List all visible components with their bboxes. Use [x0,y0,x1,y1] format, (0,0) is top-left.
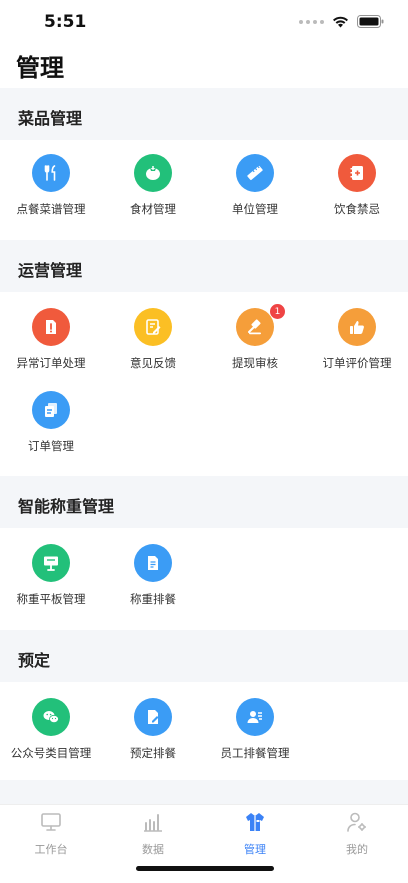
menu-item-label: 订单管理 [28,439,74,453]
notification-badge: 1 [270,304,285,319]
page-title: 管理 [16,54,64,82]
wifi-icon [333,16,348,27]
menu-item-label: 订单评价管理 [322,356,392,370]
battery-icon [357,15,384,28]
menu-item-unit-management[interactable]: 单位管理 [204,154,306,234]
board-icon [32,544,70,582]
status-time: 5:51 [44,12,87,32]
person-list-icon [236,698,274,736]
menu-item-label: 单位管理 [232,202,278,216]
wechat-icon [32,698,70,736]
menu-item-label: 异常订单处理 [16,356,86,370]
menu-item-label: 员工排餐管理 [220,746,290,760]
monitor-icon [41,813,61,831]
gavel-icon [236,308,274,346]
menu-item-label: 称重平板管理 [16,592,86,606]
tab-mine[interactable]: 我的 [306,809,408,859]
section-title: 运营管理 [18,261,83,280]
menu-item-weighing-meal-plan[interactable]: 称重排餐 [102,544,204,624]
section-header-dishes: 菜品管理 [0,88,408,140]
tab-label: 我的 [346,843,368,856]
section-header-operations: 运营管理 [0,240,408,292]
menu-item-staff-meal-plan[interactable]: 员工排餐管理 [204,698,306,778]
doc-lines-icon [134,544,172,582]
section-title: 菜品管理 [18,109,83,128]
tab-label: 数据 [142,843,164,856]
section-header-booking: 预定 [0,630,408,682]
tomato-icon [134,154,172,192]
menu-item-diet-taboo[interactable]: 饮食禁忌 [306,154,408,234]
menu-item-abnormal-orders[interactable]: 异常订单处理 [0,308,102,388]
notebook-plus-icon [338,154,376,192]
menu-item-order-reviews[interactable]: 订单评价管理 [306,308,408,388]
menu-item-label: 公众号类目管理 [10,746,92,760]
tab-workbench[interactable]: 工作台 [0,809,102,859]
section-title: 预定 [18,651,51,670]
menu-item-label: 提现审核 [232,356,278,370]
fork-knife-icon [32,154,70,192]
menu-item-label: 称重排餐 [130,592,176,606]
thumbs-up-icon [338,308,376,346]
menu-item-label: 食材管理 [130,202,176,216]
menu-item-order-management[interactable]: 订单管理 [0,391,102,471]
tab-data[interactable]: 数据 [102,809,204,859]
home-indicator[interactable] [136,866,274,871]
menu-item-official-account-categories[interactable]: 公众号类目管理 [0,698,102,778]
menu-item-weighing-tablet[interactable]: 称重平板管理 [0,544,102,624]
bar-chart-icon [144,814,162,832]
status-bar: 5:51 [0,0,408,44]
shirt-icon [246,813,264,831]
menu-item-label: 点餐菜谱管理 [16,202,86,216]
signal-icon [299,19,324,24]
menu-item-label: 预定排餐 [130,746,176,760]
menu-item-feedback[interactable]: 意见反馈 [102,308,204,388]
status-indicators [299,15,384,28]
menu-item-label: 饮食禁忌 [334,202,380,216]
ruler-icon [236,154,274,192]
user-gear-icon [347,812,366,832]
menu-item-ingredient-management[interactable]: 食材管理 [102,154,204,234]
menu-item-recipe-management[interactable]: 点餐菜谱管理 [0,154,102,234]
copy-doc-icon [32,391,70,429]
tab-label: 管理 [244,843,266,856]
warning-doc-icon [32,308,70,346]
section-header-weighing: 智能称重管理 [0,476,408,528]
menu-item-label: 意见反馈 [130,356,176,370]
edit-doc-icon [134,308,172,346]
section-divider [0,780,408,804]
tab-bar: 工作台 数据 管理 我的 [0,804,408,883]
menu-item-booking-meal-plan[interactable]: 预定排餐 [102,698,204,778]
tab-management[interactable]: 管理 [204,809,306,859]
menu-item-withdrawal-review[interactable]: 1 提现审核 [204,304,306,388]
tab-label: 工作台 [34,843,68,856]
section-title: 智能称重管理 [18,497,115,516]
doc-pen-icon [134,698,172,736]
